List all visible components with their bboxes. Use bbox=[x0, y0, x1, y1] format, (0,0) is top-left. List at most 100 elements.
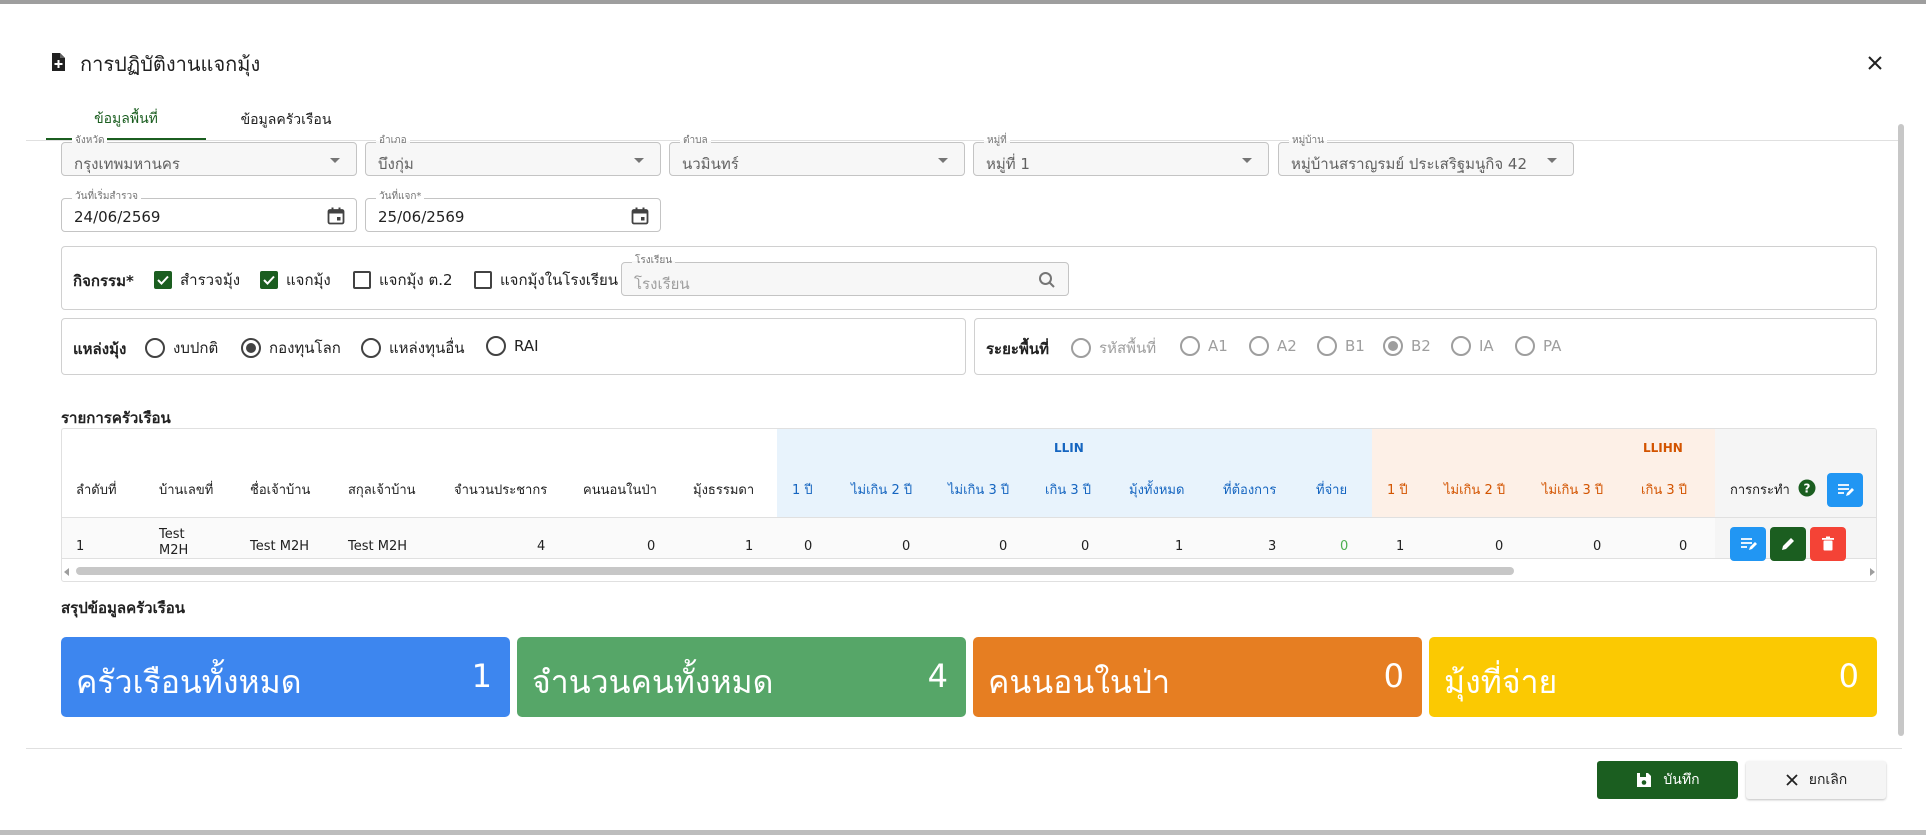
scroll-right-icon[interactable] bbox=[1870, 568, 1875, 576]
source-other-radio[interactable]: แหล่งทุนอื่น bbox=[361, 336, 464, 360]
col-header-actions: การกระทำ bbox=[1730, 483, 1790, 498]
cell-llihn-1y: 1 bbox=[1396, 539, 1405, 554]
area-ia-radio[interactable]: IA bbox=[1451, 336, 1494, 356]
summary-card-forest-sleepers: คนนอนในป่า 0 bbox=[973, 637, 1422, 717]
activity-survey-checkbox[interactable]: สำรวจมุ้ง bbox=[154, 268, 240, 292]
cell-llin-distributed: 0 bbox=[1340, 539, 1349, 554]
cell-llin-1y: 0 bbox=[804, 539, 813, 554]
row-delete-button[interactable] bbox=[1810, 527, 1846, 561]
cell-regular-nets: 1 bbox=[745, 539, 754, 554]
save-icon bbox=[1637, 773, 1652, 787]
col-header-population: จำนวนประชากร bbox=[454, 483, 548, 498]
cell-owner-name: Test M2H bbox=[250, 539, 309, 554]
llihn-group-header: LLIHN bbox=[1372, 429, 1715, 517]
province-select[interactable]: จังหวัด กรุงเทพมหานคร bbox=[61, 135, 357, 176]
bulk-edit-button[interactable] bbox=[1827, 473, 1863, 507]
col-header-owner-surname: สกุลเจ้าบ้าน bbox=[348, 483, 416, 498]
checkbox-empty-icon bbox=[474, 271, 492, 289]
activity-label: กิจกรรม* bbox=[73, 272, 134, 290]
col-header-llin-3y: ไม่เกิน 3 ปี bbox=[948, 483, 1010, 498]
cell-population: 4 bbox=[537, 539, 546, 554]
edit-note-icon bbox=[1741, 538, 1757, 550]
distribution-dialog: การปฏิบัติงานแจกมุ้ง ข้อมูลพื้นที่ ข้อมู… bbox=[0, 4, 1926, 830]
source-global-fund-radio[interactable]: กองทุนโลก bbox=[241, 336, 341, 360]
source-rai-radio[interactable]: RAI bbox=[486, 336, 539, 356]
village-select[interactable]: หมู่บ้าน หมู่บ้านสราญรมย์ ประเสริฐมนูกิจ… bbox=[1278, 135, 1574, 176]
activity-school-checkbox[interactable]: แจกมุ้งในโรงเรียน bbox=[474, 268, 618, 292]
cell-llin-total: 1 bbox=[1175, 539, 1184, 554]
area-a2-radio[interactable]: A2 bbox=[1249, 336, 1297, 356]
source-regular-radio[interactable]: งบปกติ bbox=[145, 336, 218, 360]
net-source-label: แหล่งมุ้ง bbox=[73, 340, 127, 358]
checkbox-empty-icon bbox=[353, 271, 371, 289]
household-list-title: รายการครัวเรือน bbox=[61, 409, 171, 427]
activity-distribute-t2-checkbox[interactable]: แจกมุ้ง ต.2 bbox=[353, 268, 453, 292]
tab-household-info[interactable]: ข้อมูลครัวเรือน bbox=[206, 100, 366, 140]
area-b2-radio[interactable]: B2 bbox=[1383, 336, 1431, 356]
area-a1-radio[interactable]: A1 bbox=[1180, 336, 1228, 356]
area-b1-radio[interactable]: B1 bbox=[1317, 336, 1365, 356]
tab-bar: ข้อมูลพื้นที่ ข้อมูลครัวเรือน bbox=[46, 100, 366, 140]
save-button[interactable]: บันทึก bbox=[1597, 761, 1738, 799]
horizontal-scroll-thumb[interactable] bbox=[76, 567, 1514, 575]
area-code-radio[interactable]: รหัสพื้นที่ bbox=[1071, 336, 1156, 360]
distribute-date-field[interactable]: วันที่แจก* 25/06/2569 bbox=[365, 191, 661, 232]
activity-panel: กิจกรรม* สำรวจมุ้ง แจกมุ้ง แจกมุ้ง ต.2 แ… bbox=[61, 246, 1877, 310]
backdrop-bottom bbox=[0, 830, 1926, 835]
summary-card-nets-distributed: มุ้งที่จ่าย 0 bbox=[1429, 637, 1877, 717]
area-pa-radio[interactable]: PA bbox=[1515, 336, 1561, 356]
household-table: LLIN LLIHN ลำดับที่ บ้านเลขที่ ชื่อเจ้าบ… bbox=[61, 428, 1877, 582]
chevron-down-icon bbox=[1242, 158, 1252, 163]
table-row bbox=[62, 517, 1876, 559]
radio-icon bbox=[1317, 336, 1337, 356]
pencil-icon bbox=[1782, 538, 1794, 550]
close-icon bbox=[1868, 56, 1882, 70]
col-header-llin-total: มุ้งทั้งหมด bbox=[1129, 483, 1185, 498]
cell-llin-required: 3 bbox=[1268, 539, 1277, 554]
moo-select[interactable]: หมู่ที่ หมู่ที่ 1 bbox=[973, 135, 1269, 176]
checkbox-checked-icon bbox=[260, 271, 278, 289]
school-search-field[interactable]: โรงเรียน โรงเรียน bbox=[621, 255, 1069, 296]
calendar-icon[interactable] bbox=[630, 206, 650, 226]
col-header-forest-sleepers: คนนอนในป่า bbox=[583, 483, 657, 498]
col-header-llin-over3y: เกิน 3 ปี bbox=[1045, 483, 1091, 498]
col-header-owner-name: ชื่อเจ้าบ้าน bbox=[250, 483, 311, 498]
subdistrict-select[interactable]: ตำบล นวมินทร์ bbox=[669, 135, 965, 176]
cell-order: 1 bbox=[76, 539, 85, 554]
cell-forest-sleepers: 0 bbox=[647, 539, 656, 554]
district-select[interactable]: อำเภอ บึงกุ่ม bbox=[365, 135, 661, 176]
cell-llihn-over3y: 0 bbox=[1679, 539, 1688, 554]
footer-divider bbox=[26, 748, 1902, 749]
radio-icon bbox=[361, 338, 381, 358]
dialog-title: การปฏิบัติงานแจกมุ้ง bbox=[48, 48, 260, 80]
row-detail-button[interactable] bbox=[1730, 527, 1766, 561]
col-header-llihn-1y: 1 ปี bbox=[1387, 483, 1408, 498]
area-phase-label: ระยะพื้นที่ bbox=[986, 340, 1049, 358]
cancel-button[interactable]: ยกเลิก bbox=[1746, 761, 1886, 799]
chevron-down-icon bbox=[330, 158, 340, 163]
checkbox-checked-icon bbox=[154, 271, 172, 289]
row-edit-button[interactable] bbox=[1770, 527, 1806, 561]
calendar-icon[interactable] bbox=[326, 206, 346, 226]
activity-distribute-checkbox[interactable]: แจกมุ้ง bbox=[260, 268, 331, 292]
col-header-house-no: บ้านเลขที่ bbox=[159, 483, 214, 498]
chevron-down-icon bbox=[938, 158, 948, 163]
document-add-icon bbox=[48, 52, 68, 77]
vertical-scrollbar[interactable] bbox=[1898, 124, 1904, 736]
survey-date-field[interactable]: วันที่เริ่มสำรวจ 24/06/2569 bbox=[61, 191, 357, 232]
cell-house-no: Test M2H bbox=[159, 527, 189, 558]
radio-selected-icon bbox=[241, 338, 261, 358]
col-header-llihn-2y: ไม่เกิน 2 ปี bbox=[1444, 483, 1506, 498]
radio-icon bbox=[1249, 336, 1269, 356]
radio-icon bbox=[1071, 338, 1091, 358]
close-button[interactable] bbox=[1862, 50, 1888, 76]
summary-title: สรุปข้อมูลครัวเรือน bbox=[61, 599, 186, 617]
llin-group-header: LLIN bbox=[777, 429, 1372, 517]
scroll-left-icon[interactable] bbox=[64, 568, 69, 576]
cell-llihn-2y: 0 bbox=[1495, 539, 1504, 554]
help-icon[interactable]: ? bbox=[1798, 479, 1816, 497]
col-header-llin-distributed: ที่จ่าย bbox=[1316, 483, 1348, 498]
tab-area-info[interactable]: ข้อมูลพื้นที่ bbox=[46, 100, 206, 140]
close-icon bbox=[1786, 774, 1798, 786]
chevron-down-icon bbox=[634, 158, 644, 163]
